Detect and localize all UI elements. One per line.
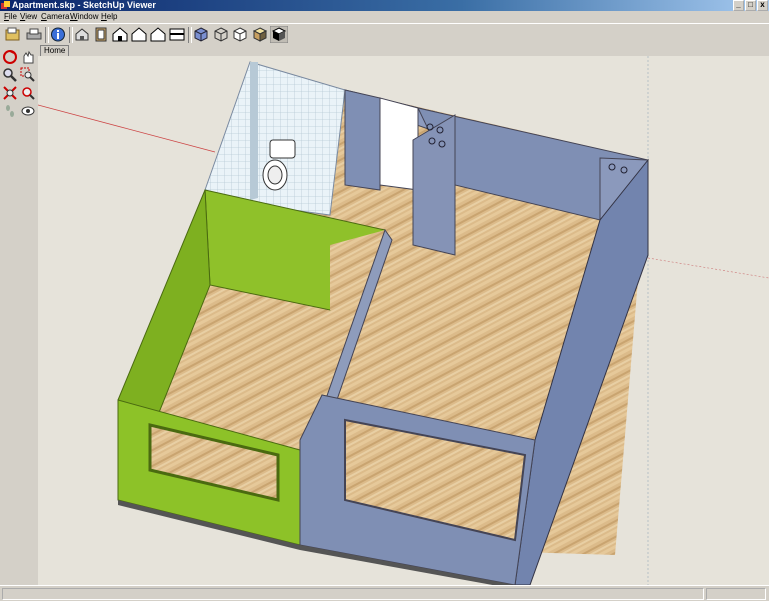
window-title: Apartment.skp - SketchUp Viewer — [12, 0, 156, 10]
main-toolbar — [0, 23, 769, 47]
left-view-icon[interactable] — [168, 26, 186, 43]
apartment-model — [38, 56, 769, 585]
tab-home[interactable]: Home — [40, 45, 70, 56]
bathroom-wall-edge — [250, 62, 258, 200]
open-file-icon[interactable] — [4, 26, 22, 43]
bathroom-tiles — [204, 61, 346, 216]
shaded-textures-icon[interactable] — [270, 26, 288, 43]
title-bar: Apartment.skp - SketchUp Viewer _ □ x — [0, 0, 769, 11]
xray-icon[interactable] — [192, 26, 210, 43]
model-info-icon[interactable] — [49, 26, 67, 43]
doorway — [379, 97, 419, 191]
stove-unit — [412, 114, 456, 256]
print-icon[interactable] — [25, 26, 43, 43]
look-around-icon[interactable] — [20, 103, 36, 119]
menu-file[interactable]: File — [4, 11, 17, 23]
app-icon — [1, 1, 10, 9]
camera-toolbar — [0, 45, 38, 585]
iso-view-icon[interactable] — [73, 26, 91, 43]
menu-bar: File View Camera Window Help — [0, 11, 769, 23]
menu-window[interactable]: Window — [70, 11, 98, 23]
menu-camera[interactable]: Camera — [41, 11, 69, 23]
back-view-icon[interactable] — [149, 26, 167, 43]
pan-icon[interactable] — [20, 49, 36, 65]
status-measurements — [706, 588, 766, 600]
hidden-line-icon[interactable] — [231, 26, 249, 43]
status-message — [2, 588, 704, 600]
red-axis-dotted — [647, 257, 769, 279]
zoom-extents-icon[interactable] — [2, 85, 18, 101]
status-bar — [0, 585, 769, 601]
menu-help[interactable]: Help — [101, 11, 117, 23]
close-button[interactable]: x — [757, 0, 768, 11]
zoom-icon[interactable] — [2, 67, 18, 83]
scene-tabs: Home — [38, 45, 769, 56]
blue-back-wall-left — [344, 89, 381, 191]
shaded-icon[interactable] — [251, 26, 269, 43]
menu-view[interactable]: View — [20, 11, 37, 23]
front-view-icon[interactable] — [111, 26, 129, 43]
maximize-button[interactable]: □ — [745, 0, 756, 11]
minimize-button[interactable]: _ — [733, 0, 744, 11]
red-axis — [38, 104, 216, 153]
previous-view-icon[interactable] — [20, 85, 36, 101]
walk-icon[interactable] — [2, 103, 18, 119]
right-view-icon[interactable] — [130, 26, 148, 43]
orbit-icon[interactable] — [2, 49, 18, 65]
zoom-window-icon[interactable] — [20, 67, 36, 83]
model-viewport[interactable] — [38, 56, 769, 585]
wireframe-icon[interactable] — [212, 26, 230, 43]
top-view-icon[interactable] — [92, 26, 110, 43]
